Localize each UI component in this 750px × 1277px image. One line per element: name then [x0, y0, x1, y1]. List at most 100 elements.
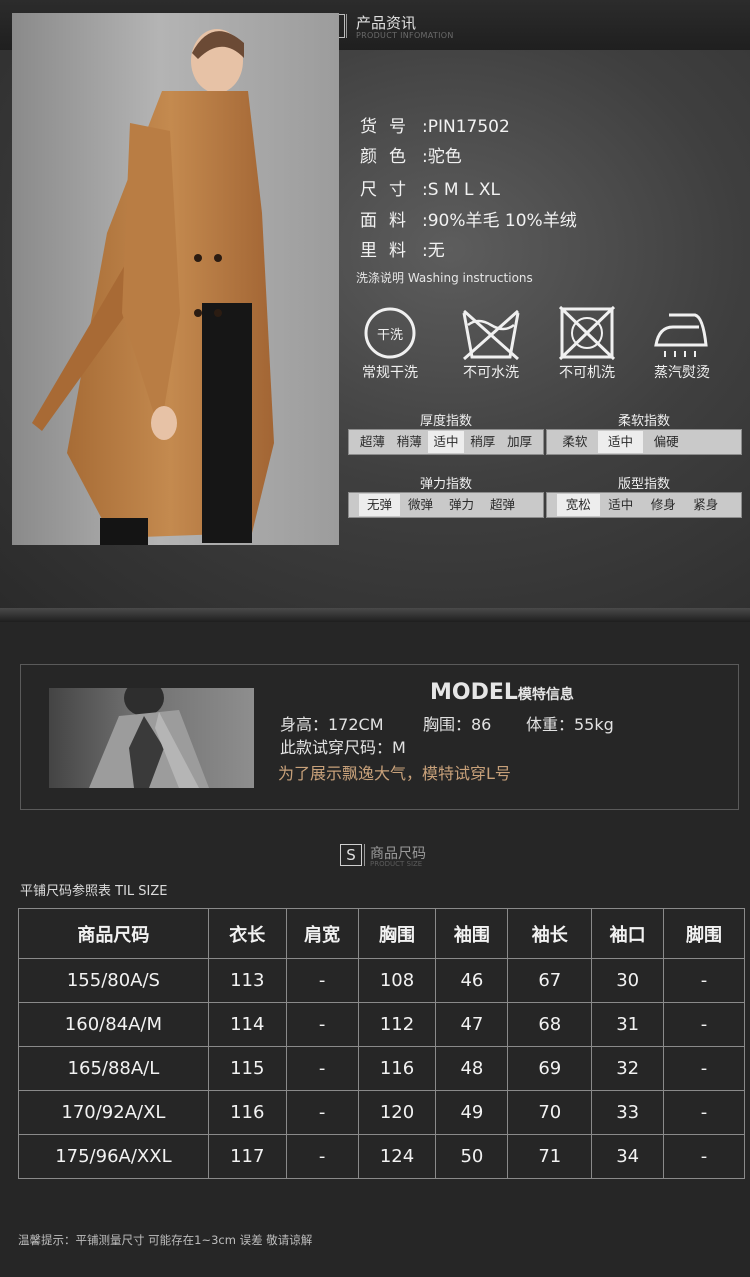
model-note: 为了展示飘逸大气，模特试穿L号: [278, 764, 511, 783]
softness-index-title: 柔软指数: [617, 414, 670, 429]
elasticity-index-bar: 无弹 微弹 弹力 超弹: [348, 492, 544, 518]
table-cell: 116: [357, 1046, 437, 1091]
dry-clean-icon: 干洗: [364, 307, 416, 359]
fit-index-bar: 宽松 适中 修身 紧身: [546, 492, 742, 518]
header-divider: [346, 14, 347, 38]
table-cell: 48: [435, 1046, 509, 1091]
table-cell: 117: [207, 1134, 287, 1179]
table-row: 165/88A/L 115 - 116 48 69 32 -: [18, 1046, 745, 1091]
model-title: MODEL模特信息: [430, 680, 574, 705]
spec-color: 颜色:驼色: [360, 147, 462, 167]
table-cell: 47: [435, 1002, 509, 1047]
table-cell: 71: [507, 1134, 593, 1179]
table-cell: 31: [591, 1002, 665, 1047]
table-row: 175/96A/XXL 117 - 124 50 71 34 -: [18, 1134, 745, 1179]
table-cell: -: [663, 1090, 745, 1135]
thickness-index-bar: 超薄 稍薄 适中 稍厚 加厚: [348, 429, 544, 455]
table-row: 170/92A/XL 116 - 120 49 70 33 -: [18, 1090, 745, 1135]
size-table-caption: 平铺尺码参照表 TIL SIZE: [20, 884, 168, 899]
index-option: 紧身: [693, 497, 719, 512]
table-cell: 46: [435, 958, 509, 1003]
no-machine-wash-icon: [558, 305, 616, 361]
index-option: 宽松: [557, 494, 600, 516]
table-cell: 165/88A/L: [18, 1046, 209, 1091]
index-option: 偏硬: [653, 434, 679, 449]
section-subtitle: PRODUCT INFOMATION: [356, 31, 454, 40]
table-cell: -: [285, 1046, 359, 1091]
model-size-tried: 此款试穿尺码：M: [280, 738, 406, 757]
index-option: 弹力: [448, 497, 474, 512]
table-cell: -: [285, 1090, 359, 1135]
column-header: 肩宽: [285, 908, 359, 959]
table-cell: 112: [357, 1002, 437, 1047]
table-cell: -: [285, 1134, 359, 1179]
index-option: 加厚: [507, 434, 533, 449]
table-cell: 34: [591, 1134, 665, 1179]
column-header: 衣长: [207, 908, 287, 959]
column-header: 脚围: [663, 908, 745, 959]
table-cell: 113: [207, 958, 287, 1003]
section-title: 产品资讯: [356, 14, 417, 32]
no-water-wash-icon: [462, 309, 520, 361]
index-option: 修身: [650, 497, 676, 512]
table-cell: 67: [507, 958, 593, 1003]
table-cell: 155/80A/S: [18, 958, 209, 1003]
column-header: 袖口: [591, 908, 665, 959]
index-option: 无弹: [359, 494, 400, 516]
size-header-divider: [364, 844, 365, 866]
product-photo: [12, 13, 339, 545]
table-cell: 124: [357, 1134, 437, 1179]
spec-size: 尺寸:S M L XL: [360, 180, 500, 200]
table-row: 160/84A/M 114 - 112 47 68 31 -: [18, 1002, 745, 1047]
table-cell: -: [663, 1046, 745, 1091]
table-header-row: 商品尺码 衣长 肩宽 胸围 袖围 袖长 袖口 脚围: [18, 908, 745, 959]
model-bust: 胸围：86: [423, 715, 492, 734]
table-cell: 120: [357, 1090, 437, 1135]
wash-label-no-machine: 不可机洗: [559, 365, 615, 381]
index-option: 适中: [427, 431, 465, 453]
table-cell: 68: [507, 1002, 593, 1047]
table-cell: 49: [435, 1090, 509, 1135]
thickness-index-title: 厚度指数: [419, 414, 472, 429]
table-cell: 115: [207, 1046, 287, 1091]
table-cell: -: [663, 958, 745, 1003]
table-cell: 108: [357, 958, 437, 1003]
wash-label-no-water: 不可水洗: [463, 365, 519, 381]
washing-instructions-title: 洗涤说明 Washing instructions: [356, 271, 533, 285]
svg-text:干洗: 干洗: [377, 328, 403, 343]
softness-index-bar: 柔软 适中 偏硬: [546, 429, 742, 455]
fit-index-title: 版型指数: [617, 477, 670, 492]
index-option: 微弹: [407, 497, 433, 512]
table-cell: -: [663, 1134, 745, 1179]
wash-label-steam-iron: 蒸汽熨烫: [654, 365, 710, 381]
table-cell: 32: [591, 1046, 665, 1091]
table-row: 155/80A/S 113 - 108 46 67 30 -: [18, 958, 745, 1003]
index-option: 柔软: [562, 434, 588, 449]
table-cell: 30: [591, 958, 665, 1003]
table-cell: 175/96A/XXL: [18, 1134, 209, 1179]
panel-bottom-edge: [0, 608, 750, 622]
index-option: 稍薄: [396, 434, 422, 449]
elasticity-index-title: 弹力指数: [419, 477, 472, 492]
table-cell: 70: [507, 1090, 593, 1135]
steam-iron-icon: [654, 313, 708, 357]
column-header: 胸围: [357, 908, 437, 959]
index-option: 超弹: [489, 497, 515, 512]
column-header: 袖围: [435, 908, 509, 959]
model-height: 身高：172CM: [280, 715, 384, 734]
index-option: 稍厚: [470, 434, 496, 449]
column-header: 袖长: [507, 908, 593, 959]
table-cell: -: [663, 1002, 745, 1047]
wash-label-dry-clean: 常规干洗: [362, 365, 418, 381]
column-header: 商品尺码: [18, 908, 209, 959]
table-cell: -: [285, 958, 359, 1003]
table-cell: 33: [591, 1090, 665, 1135]
size-table: 商品尺码 衣长 肩宽 胸围 袖围 袖长 袖口 脚围 155/80A/S 113 …: [18, 908, 745, 1179]
table-cell: 170/92A/XL: [18, 1090, 209, 1135]
spec-fabric: 面料:90%羊毛 10%羊绒: [360, 211, 577, 231]
index-option: 超薄: [359, 434, 385, 449]
table-cell: 114: [207, 1002, 287, 1047]
table-cell: 50: [435, 1134, 509, 1179]
table-cell: 116: [207, 1090, 287, 1135]
index-option: 适中: [597, 431, 644, 453]
